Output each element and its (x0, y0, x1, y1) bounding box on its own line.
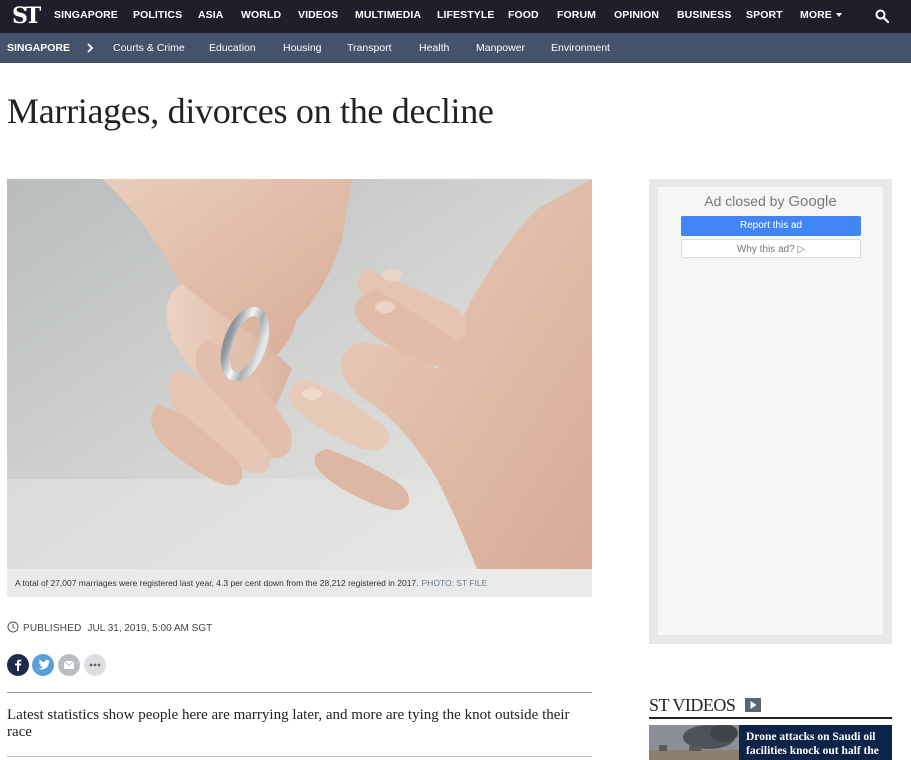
ad-closed-text: Ad closed by (704, 193, 785, 209)
article-headline: Marriages, divorces on the decline (7, 91, 494, 131)
chevron-down-icon (835, 13, 842, 18)
article-standfirst: Latest statistics show people here are m… (7, 707, 570, 740)
nav-item-world[interactable]: WORLD (241, 0, 281, 33)
facebook-share-button[interactable] (7, 654, 29, 676)
google-logo: Google (788, 193, 837, 210)
search-icon[interactable] (875, 9, 889, 23)
video-title: Drone attacks on Saudi oil facilities kn… (746, 731, 879, 757)
image-caption: A total of 27,007 marriages were registe… (15, 569, 487, 597)
published-timestamp: PUBLISHED JUL 31, 2019, 5:00 AM SGT (7, 621, 212, 637)
why-this-ad-label: Why this ad? (736, 244, 795, 255)
nav-item-more[interactable]: MORE (800, 0, 842, 33)
video-thumbnail (649, 725, 739, 760)
ad-closed-message: Ad closed by Google (658, 193, 883, 210)
published-date: JUL 31, 2019, 5:00 AM SGT (87, 623, 213, 634)
published-label: PUBLISHED (23, 623, 82, 634)
divider (7, 756, 592, 757)
more-icon (89, 663, 101, 667)
nav-item-business[interactable]: BUSINESS (677, 0, 731, 33)
st-videos-heading[interactable]: ST VIDEOS (649, 695, 736, 716)
top-nav: ST SINGAPORE POLITICS ASIA WORLD VIDEOS … (0, 0, 911, 33)
section-nav-housing[interactable]: Housing (283, 33, 322, 63)
twitter-icon (38, 659, 50, 670)
twitter-share-button[interactable] (32, 654, 54, 676)
why-this-ad-button[interactable]: Why this ad? ▷ (681, 239, 861, 258)
section-nav-education[interactable]: Education (209, 33, 256, 63)
nav-item-sport[interactable]: SPORT (746, 0, 783, 33)
more-share-button[interactable] (84, 654, 106, 676)
chevron-right-icon (87, 43, 94, 53)
nav-item-videos[interactable]: VIDEOS (298, 0, 338, 33)
clock-icon (7, 621, 19, 633)
nav-item-politics[interactable]: POLITICS (133, 0, 182, 33)
section-nav: SINGAPORE Courts & Crime Education Housi… (0, 33, 911, 63)
section-nav-health[interactable]: Health (419, 33, 449, 63)
report-ad-button[interactable]: Report this ad (681, 216, 861, 236)
email-share-button[interactable] (58, 654, 80, 676)
videos-divider (649, 717, 892, 719)
nav-item-food[interactable]: FOOD (508, 0, 539, 33)
nav-item-asia[interactable]: ASIA (198, 0, 224, 33)
nav-item-singapore[interactable]: SINGAPORE (54, 0, 118, 33)
section-nav-courts-crime[interactable]: Courts & Crime (113, 33, 185, 63)
nav-item-lifestyle[interactable]: LIFESTYLE (437, 0, 495, 33)
hands-holding-ring-illustration (7, 179, 592, 569)
play-triangle-icon: ▷ (797, 244, 806, 255)
section-nav-transport[interactable]: Transport (347, 33, 392, 63)
nav-item-forum[interactable]: FORUM (557, 0, 596, 33)
section-nav-environment[interactable]: Environment (551, 33, 610, 63)
section-nav-singapore[interactable]: SINGAPORE (7, 33, 70, 63)
email-icon (63, 660, 75, 669)
image-caption-text: A total of 27,007 marriages were registe… (15, 578, 419, 588)
play-icon (750, 701, 757, 709)
nav-item-opinion[interactable]: OPINION (614, 0, 659, 33)
nav-more-label: MORE (800, 9, 832, 21)
image-credit: PHOTO: ST FILE (421, 578, 488, 588)
nav-item-multimedia[interactable]: MULTIMEDIA (355, 0, 421, 33)
ad-slot: Ad closed by Google Report this ad Why t… (649, 179, 892, 644)
st-videos-play-button[interactable] (745, 698, 761, 712)
ad-closed-panel: Ad closed by Google Report this ad Why t… (658, 187, 883, 635)
st-logo[interactable]: ST (12, 3, 41, 29)
article-hero-image (7, 179, 592, 569)
section-nav-manpower[interactable]: Manpower (476, 33, 525, 63)
video-card[interactable]: Drone attacks on Saudi oil facilities kn… (649, 725, 892, 760)
facebook-icon (15, 659, 22, 671)
smoke-scene-thumbnail (649, 725, 739, 760)
image-caption-bar: A total of 27,007 marriages were registe… (7, 569, 592, 597)
divider (7, 692, 592, 693)
